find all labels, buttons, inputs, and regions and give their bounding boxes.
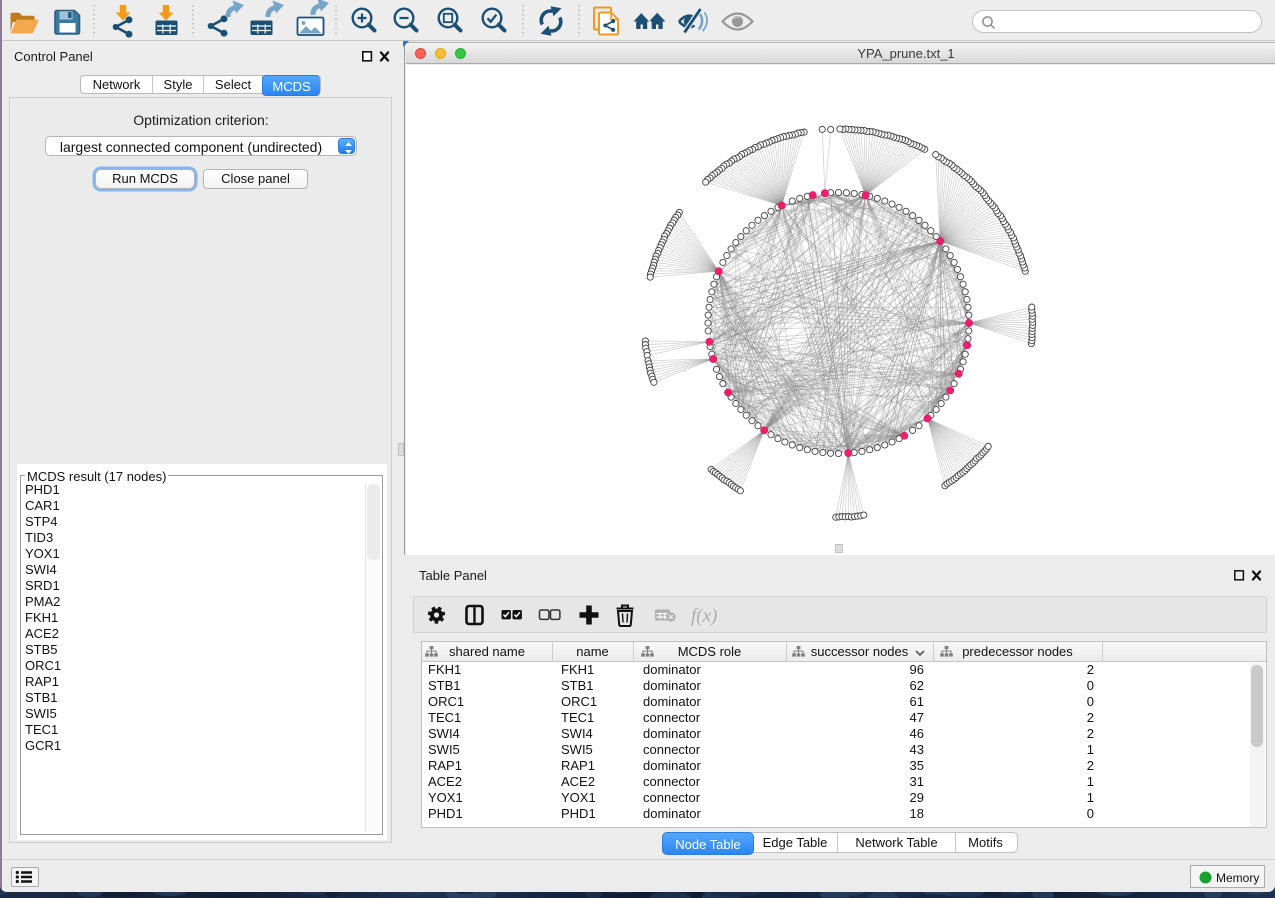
svg-text:f(x): f(x): [691, 606, 717, 627]
